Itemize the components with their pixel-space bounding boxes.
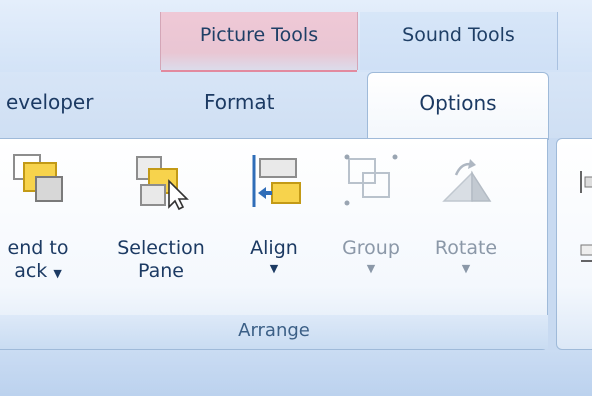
picture-tools-context-tab: Picture Tools bbox=[160, 12, 358, 72]
align-icon bbox=[252, 155, 301, 207]
send-to-back-label: end to ack ▼ bbox=[7, 237, 69, 282]
group-button[interactable]: Group ▼ bbox=[326, 145, 416, 313]
selection-pane-button[interactable]: Selection Pane bbox=[100, 145, 222, 313]
group-icon bbox=[344, 154, 398, 206]
tab-format[interactable]: Format bbox=[204, 90, 274, 114]
bottom-bar bbox=[0, 350, 592, 396]
group-label: Group ▼ bbox=[326, 237, 416, 278]
tab-developer[interactable]: eveloper bbox=[6, 90, 93, 114]
ribbon-tab-row: eveloper Format Options bbox=[0, 72, 592, 140]
group-dropdown-icon: ▼ bbox=[366, 262, 376, 275]
align-dropdown-icon: ▼ bbox=[269, 262, 279, 275]
send-to-back-icon bbox=[13, 154, 63, 202]
rotate-dropdown-icon: ▼ bbox=[461, 262, 471, 275]
sound-tools-context-tab: Sound Tools bbox=[360, 12, 558, 70]
height-icon bbox=[580, 171, 592, 193]
arrange-group-label: Arrange bbox=[0, 315, 548, 349]
width-icon bbox=[580, 244, 592, 262]
send-to-back-button[interactable]: end to ack ▼ bbox=[0, 145, 88, 313]
next-ribbon-group bbox=[556, 138, 592, 350]
selection-pane-icon bbox=[136, 156, 189, 211]
rotate-label: Rotate ▼ bbox=[418, 237, 514, 278]
tab-options[interactable]: Options bbox=[367, 72, 549, 140]
title-bar: Picture Tools Sound Tools bbox=[0, 0, 592, 72]
ribbon-panel: end to ack ▼ Selection Pane Align ▼ Grou… bbox=[0, 138, 548, 350]
align-button[interactable]: Align ▼ bbox=[232, 145, 316, 313]
align-label: Align ▼ bbox=[232, 237, 316, 278]
selection-pane-label: Selection Pane bbox=[117, 237, 205, 282]
rotate-icon bbox=[442, 159, 492, 202]
rotate-button[interactable]: Rotate ▼ bbox=[418, 145, 514, 313]
